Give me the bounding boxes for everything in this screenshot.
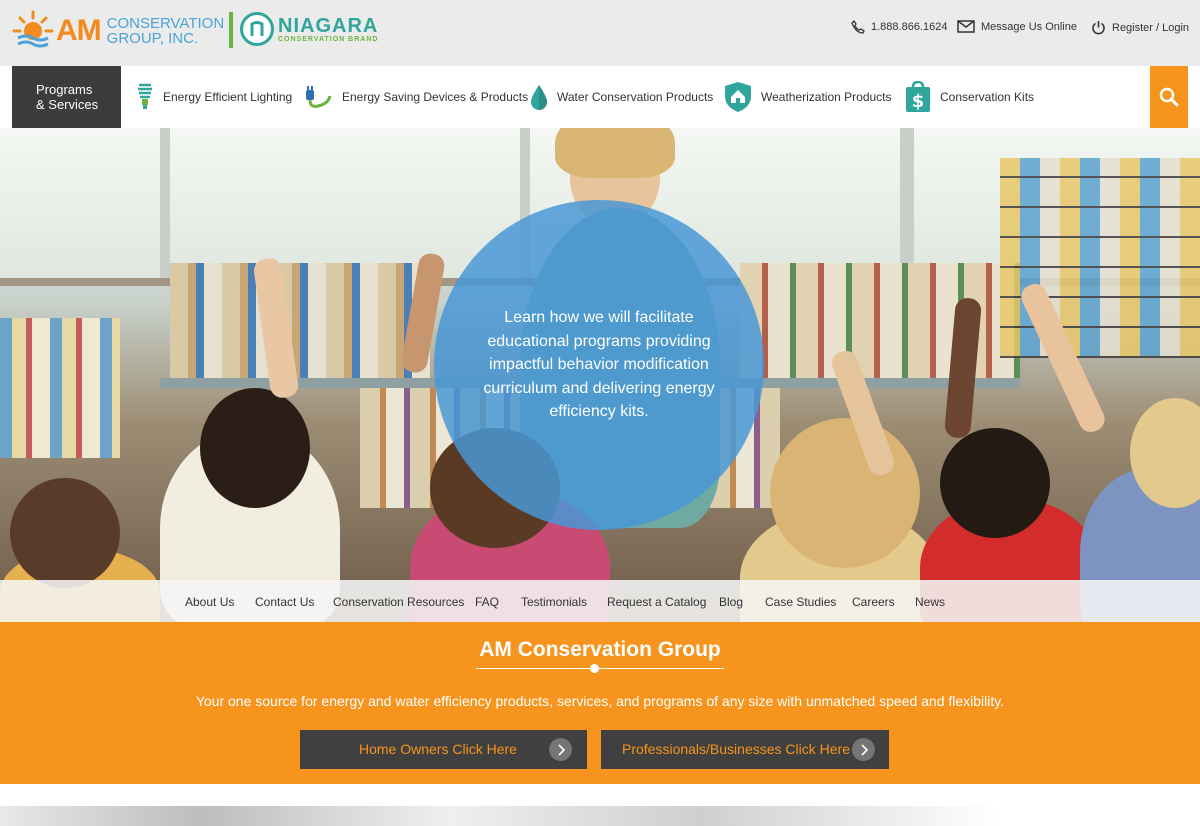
programs-services-button[interactable]: Programs & Services	[12, 66, 121, 128]
kit-bag-icon: $	[904, 81, 932, 113]
brand-sub-line1: CONSERVATION	[106, 15, 225, 32]
house-shield-icon	[723, 81, 753, 113]
phone-icon	[851, 20, 865, 34]
nav-label-weatherization: Weatherization Products	[761, 90, 892, 104]
product-photo-preview	[0, 806, 1000, 826]
message-label: Message Us Online	[981, 20, 1077, 33]
hero-banner: Learn how we will facilitate educational…	[0, 128, 1200, 622]
phone-link[interactable]: 1.888.866.1624	[851, 20, 947, 34]
hero-message-circle[interactable]: Learn how we will facilitate educational…	[434, 200, 764, 530]
brand-am: AM	[56, 14, 102, 47]
subnav-faq[interactable]: FAQ	[475, 595, 499, 609]
programs-label-line2: & Services	[36, 97, 99, 112]
message-us-link[interactable]: Message Us Online	[957, 20, 1077, 33]
subnav-news[interactable]: News	[915, 595, 945, 609]
logo-divider	[229, 12, 233, 48]
phone-number: 1.888.866.1624	[871, 21, 948, 33]
register-label: Register / Login	[1112, 21, 1190, 34]
main-nav: Programs & Services Energy Efficient Lig…	[0, 66, 1200, 128]
water-drop-icon	[529, 83, 549, 111]
lightbulb-icon	[135, 82, 155, 112]
brand-niagara-subtitle: CONSERVATION BRAND	[278, 35, 379, 43]
subnav-about-us[interactable]: About Us	[185, 595, 234, 609]
band-title: AM Conservation Group	[479, 638, 721, 661]
subnav-conservation-resources[interactable]: Conservation Resources	[333, 595, 464, 609]
chevron-right-icon	[549, 738, 572, 761]
subnav-contact-us[interactable]: Contact Us	[255, 595, 314, 609]
nav-item-water[interactable]: Water Conservation Products	[529, 66, 713, 128]
svg-text:$: $	[912, 91, 925, 112]
site-header: AM CONSERVATION GROUP, INC. NIAGARA CONS…	[0, 0, 1200, 66]
subnav-testimonials[interactable]: Testimonials	[521, 595, 587, 609]
intro-band: AM Conservation Group Your one source fo…	[0, 622, 1200, 784]
brand-sub-line2: GROUP, INC.	[106, 30, 199, 47]
am-conservation-logo[interactable]: AM CONSERVATION GROUP, INC.	[12, 10, 224, 52]
title-underline-dot	[590, 664, 599, 673]
sun-logo-icon	[12, 10, 54, 52]
home-owners-button[interactable]: Home Owners Click Here	[300, 730, 587, 769]
title-underline	[476, 668, 724, 669]
chevron-right-icon	[852, 738, 875, 761]
niagara-emblem-icon	[240, 12, 274, 46]
professionals-label: Professionals/Businesses Click Here	[622, 741, 850, 757]
nav-label-lighting: Energy Efficient Lighting	[163, 90, 293, 104]
niagara-logo[interactable]: NIAGARA CONSERVATION BRAND	[240, 12, 378, 46]
search-button[interactable]	[1150, 66, 1188, 128]
envelope-icon	[957, 20, 975, 33]
nav-label-water: Water Conservation Products	[557, 90, 714, 104]
register-login-link[interactable]: Register / Login	[1091, 20, 1189, 35]
plug-icon	[304, 84, 334, 110]
secondary-nav: About Us Contact Us Conservation Resourc…	[0, 580, 1200, 622]
hero-text: Learn how we will facilitate educational…	[483, 309, 715, 421]
subnav-careers[interactable]: Careers	[852, 595, 895, 609]
subnav-case-studies[interactable]: Case Studies	[765, 595, 836, 609]
band-description: Your one source for energy and water eff…	[195, 693, 1005, 709]
professionals-button[interactable]: Professionals/Businesses Click Here	[601, 730, 889, 769]
bottom-section-preview	[0, 806, 1200, 826]
brand-am-subtitle: CONSERVATION GROUP, INC.	[107, 16, 225, 46]
nav-label-devices: Energy Saving Devices & Products	[342, 90, 529, 104]
subnav-request-catalog[interactable]: Request a Catalog	[607, 595, 706, 609]
brand-niagara: NIAGARA	[278, 14, 379, 37]
nav-item-devices[interactable]: Energy Saving Devices & Products	[304, 66, 528, 128]
power-icon	[1092, 21, 1105, 35]
nav-item-kits[interactable]: $ Conservation Kits	[904, 66, 1034, 128]
subnav-blog[interactable]: Blog	[719, 595, 743, 609]
programs-label-line1: Programs	[36, 82, 93, 97]
home-owners-label: Home Owners Click Here	[359, 741, 517, 757]
nav-label-kits: Conservation Kits	[940, 90, 1035, 104]
nav-item-weatherization[interactable]: Weatherization Products	[723, 66, 892, 128]
nav-item-lighting[interactable]: Energy Efficient Lighting	[135, 66, 292, 128]
search-icon	[1159, 87, 1179, 107]
